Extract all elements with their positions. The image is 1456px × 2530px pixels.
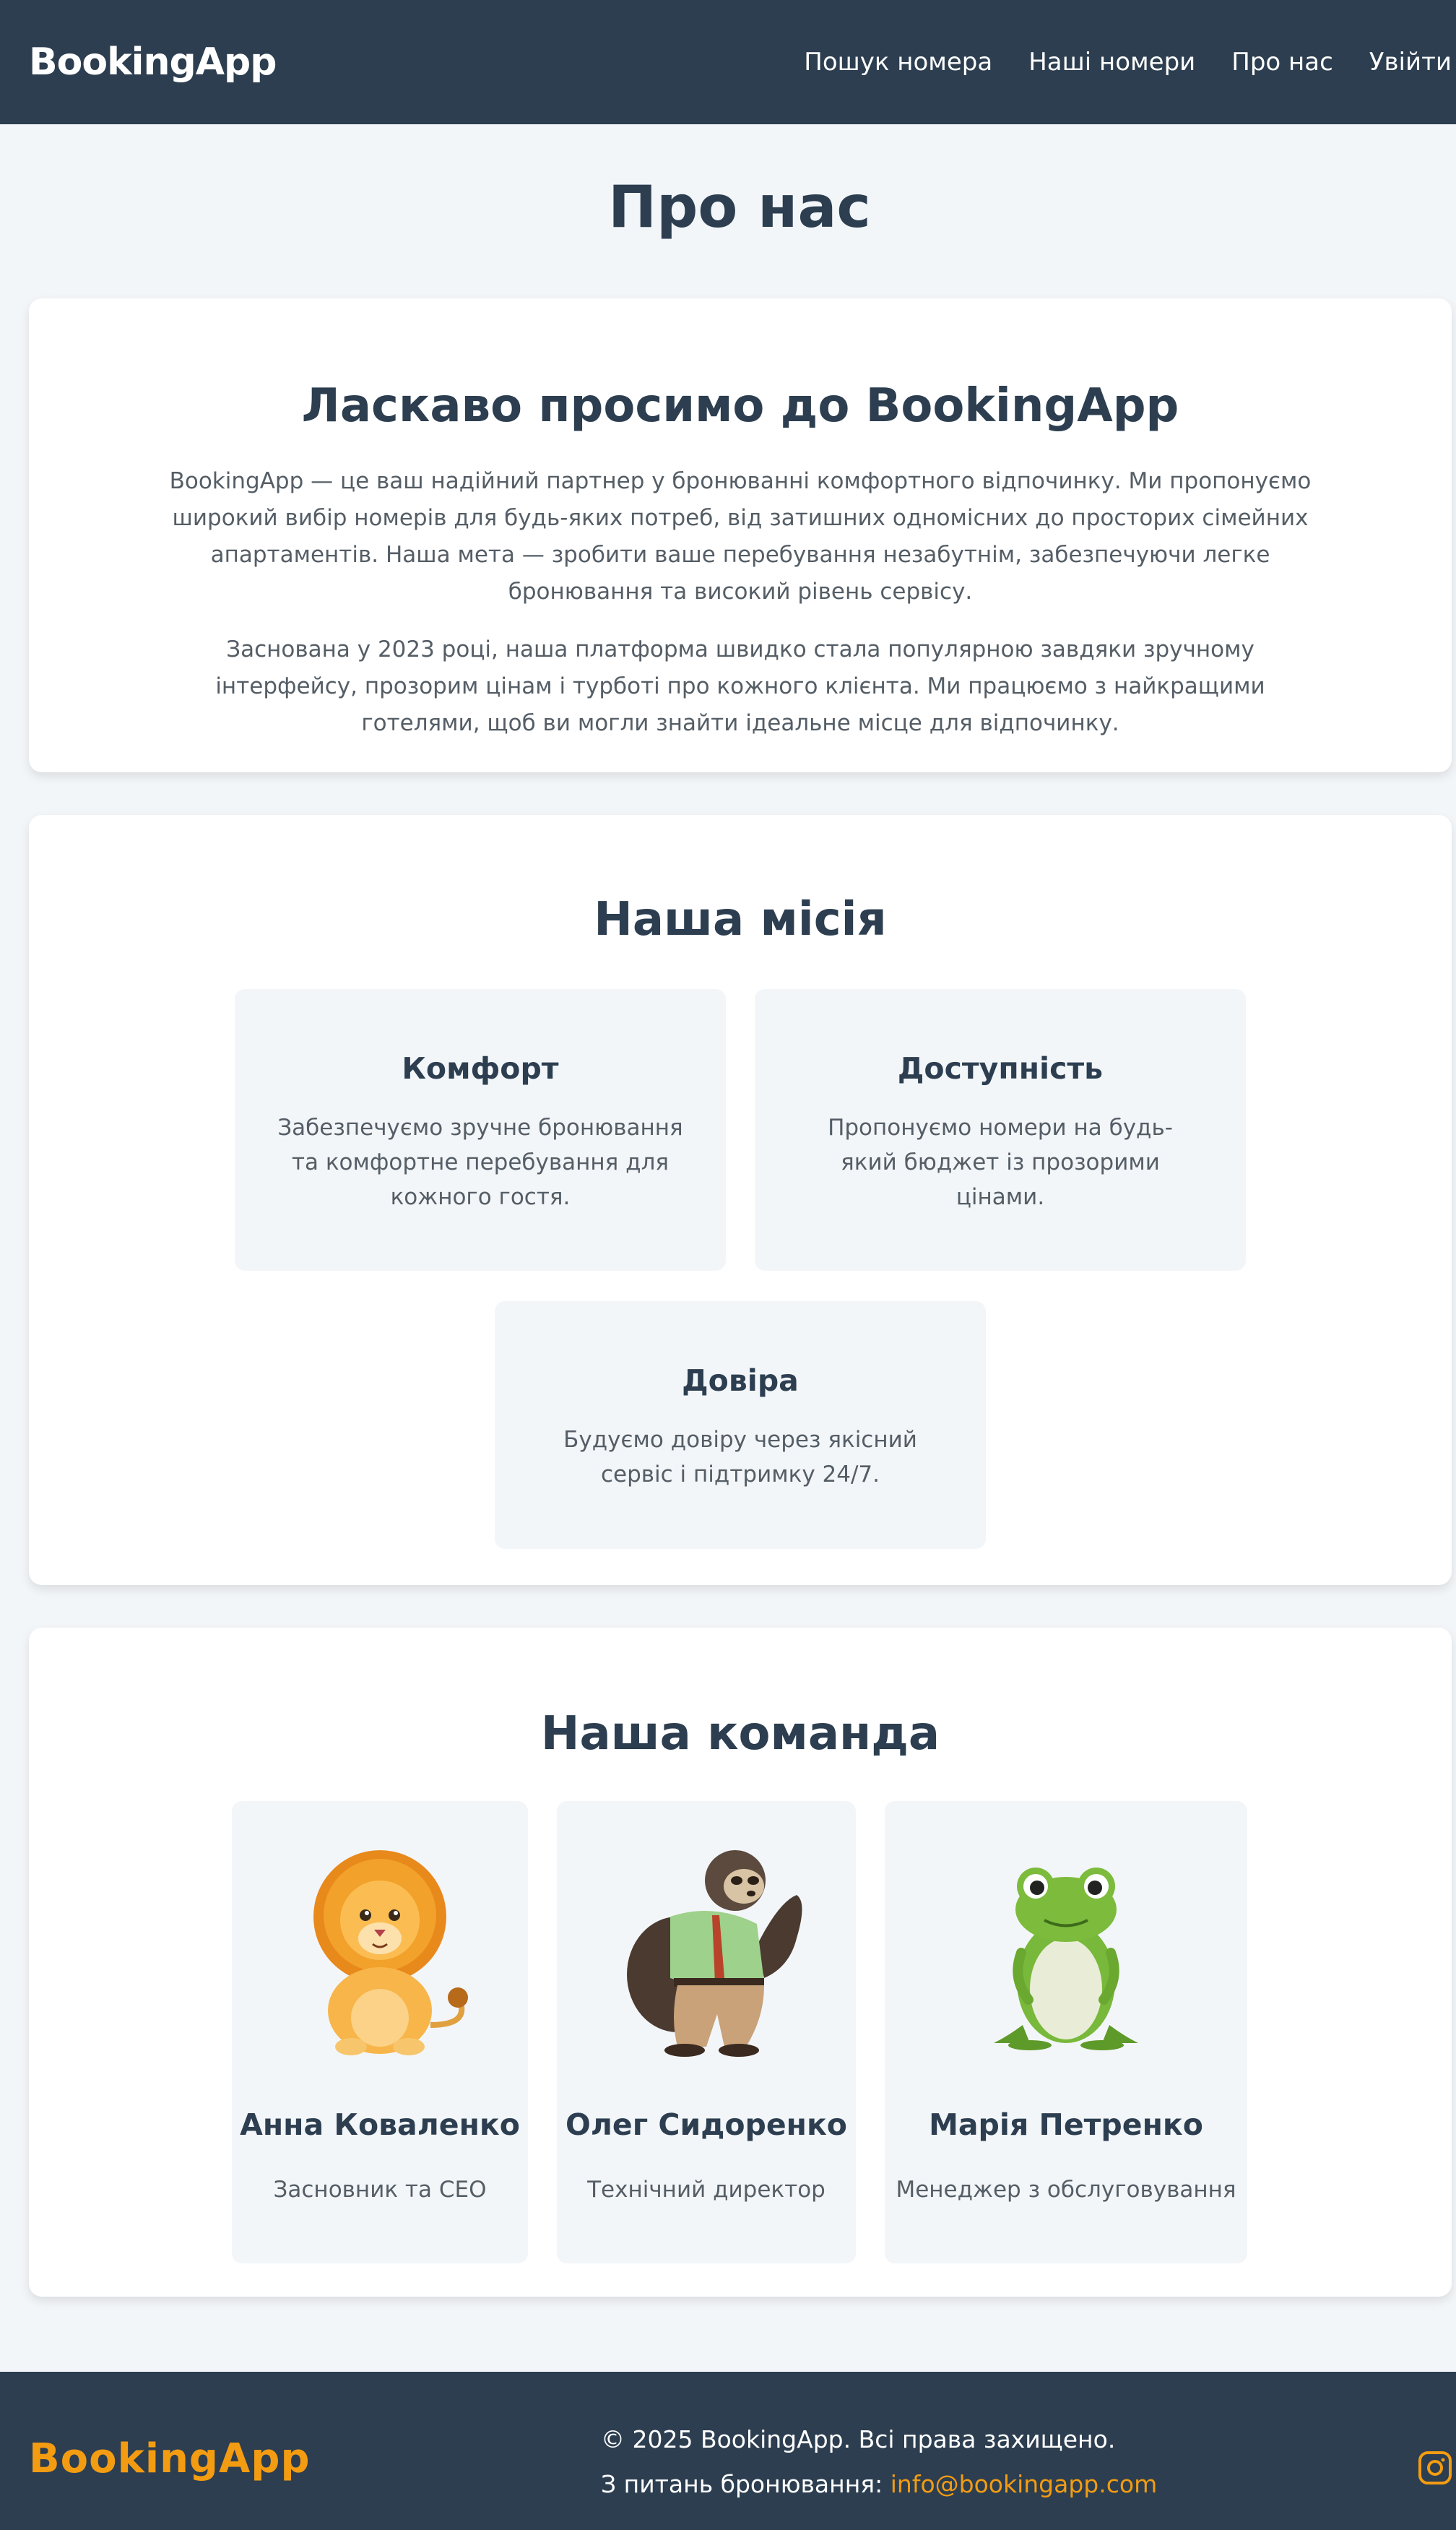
site-logo[interactable]: BookingApp bbox=[29, 40, 277, 84]
sloth-icon bbox=[627, 1850, 802, 2057]
main-nav: Пошук номера Наші номери Про нас Увійти bbox=[804, 48, 1452, 77]
welcome-heading: Ласкаво просимо до BookingApp bbox=[29, 379, 1452, 433]
site-footer: BookingApp © 2025 BookingApp. Всі права … bbox=[0, 2372, 1456, 2530]
nav-link-about[interactable]: Про нас bbox=[1231, 48, 1333, 77]
mission-card: Наша місія Комфорт Забезпечуємо зручне б… bbox=[29, 815, 1452, 1585]
mission-item-accessibility: Доступність Пропонуємо номери на будь-як… bbox=[755, 989, 1246, 1271]
footer-contact: З питань бронювання: info@bookingapp.com bbox=[601, 2470, 1157, 2498]
mission-item-title: Доступність bbox=[897, 1051, 1104, 1086]
team-member-name: Анна Коваленко bbox=[240, 2107, 520, 2142]
mission-item-text: Пропонуємо номери на будь-який бюджет із… bbox=[828, 1115, 1173, 1210]
team-member-role: Технічний директор bbox=[587, 2177, 826, 2203]
about-paragraph-2: Заснована у 2023 році, наша платформа шв… bbox=[215, 636, 1265, 736]
footer-copyright: © 2025 BookingApp. Всі права захищено. bbox=[601, 2425, 1116, 2453]
welcome-heading-brand: BookingApp bbox=[865, 379, 1179, 433]
mission-item-title: Комфорт bbox=[402, 1051, 559, 1086]
team-member-role: Менеджер з обслуговування bbox=[896, 2177, 1236, 2203]
footer-email-link[interactable]: info@bookingapp.com bbox=[890, 2470, 1157, 2498]
team-member-card: Олег Сидоренко Технічний директор bbox=[557, 1801, 856, 2263]
welcome-heading-prefix: Ласкаво просимо до bbox=[301, 379, 866, 433]
nav-link-login[interactable]: Увійти bbox=[1369, 48, 1452, 77]
team-member-name: Олег Сидоренко bbox=[566, 2107, 847, 2142]
team-member-card: Анна Коваленко Засновник та CEO bbox=[232, 1801, 528, 2263]
nav-link-our-rooms[interactable]: Наші номери bbox=[1028, 48, 1195, 77]
lion-icon bbox=[313, 1850, 468, 2055]
frog-icon bbox=[994, 1868, 1138, 2050]
nav-link-search-room[interactable]: Пошук номера bbox=[804, 48, 992, 77]
team-card: Наша команда Анна Коваленко Засновник та… bbox=[29, 1628, 1452, 2297]
mission-item-text: Забезпечуємо зручне бронювання та комфор… bbox=[277, 1115, 683, 1210]
page-title: Про нас bbox=[608, 173, 871, 241]
mission-heading: Наша місія bbox=[594, 893, 887, 946]
team-heading: Наша команда bbox=[540, 1707, 940, 1761]
mission-item-trust: Довіра Будуємо довіру через якісний серв… bbox=[495, 1301, 986, 1549]
team-member-name: Марія Петренко bbox=[929, 2107, 1203, 2142]
about-paragraph-1: BookingApp — це ваш надійний партнер у б… bbox=[169, 468, 1312, 605]
team-member-role: Засновник та CEO bbox=[273, 2177, 487, 2203]
mission-item-title: Довіра bbox=[682, 1363, 799, 1398]
instagram-icon[interactable] bbox=[1417, 2450, 1453, 2486]
footer-contact-label: З питань бронювання: bbox=[601, 2470, 890, 2498]
about-card: Ласкаво просимо до BookingApp BookingApp… bbox=[29, 298, 1452, 772]
team-member-card: Марія Петренко Менеджер з обслуговування bbox=[885, 1801, 1247, 2263]
footer-logo[interactable]: BookingApp bbox=[29, 2435, 311, 2482]
mission-item-text: Будуємо довіру через якісний сервіс і пі… bbox=[563, 1427, 917, 1488]
mission-item-comfort: Комфорт Забезпечуємо зручне бронювання т… bbox=[235, 989, 726, 1271]
site-header: BookingApp Пошук номера Наші номери Про … bbox=[0, 0, 1456, 124]
